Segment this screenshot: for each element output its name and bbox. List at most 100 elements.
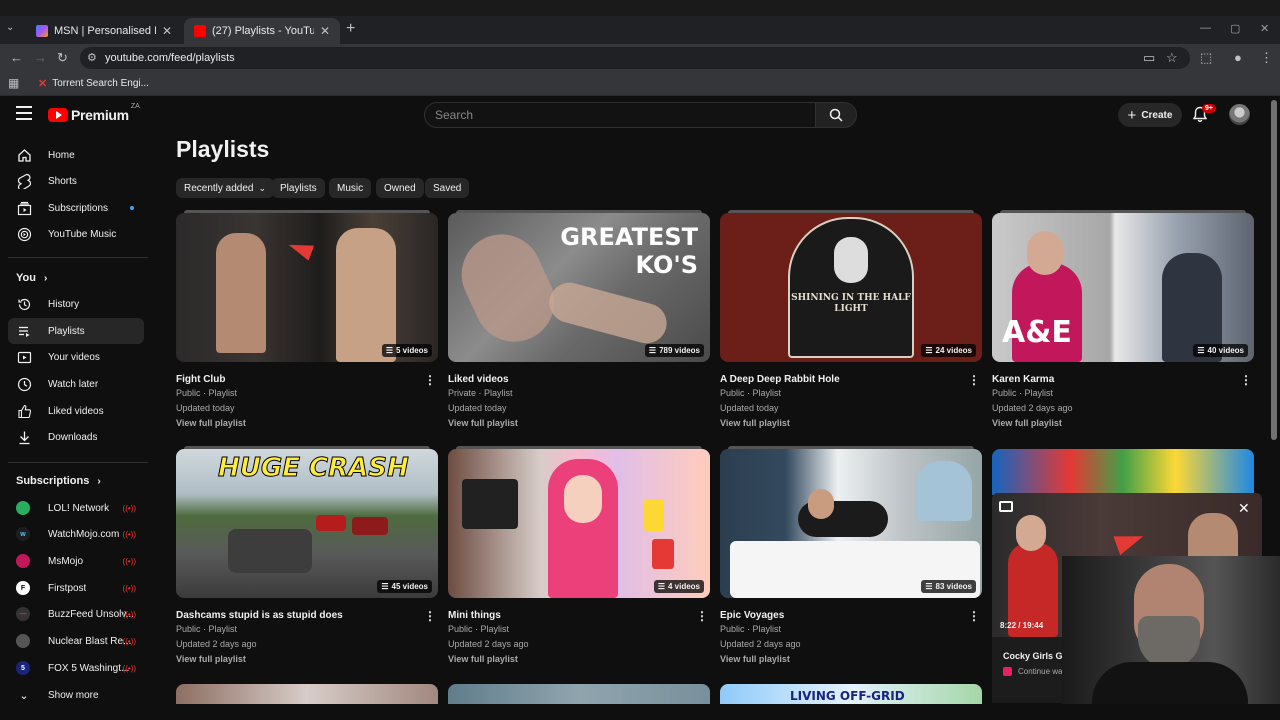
sidebar-item-watch-later[interactable]: Watch later xyxy=(8,371,144,397)
search-button[interactable] xyxy=(815,102,857,128)
sidebar-item-home[interactable]: Home xyxy=(8,142,144,168)
channel-avatar xyxy=(16,634,30,648)
expand-player-icon[interactable] xyxy=(999,501,1013,512)
view-full-playlist-link[interactable]: View full playlist xyxy=(992,418,1062,428)
playlist-thumbnail[interactable]: HUGE CRASH ☰ 45 videos xyxy=(176,449,438,598)
mini-player-title[interactable]: Cocky Girls Ge xyxy=(1003,651,1068,661)
search-input[interactable] xyxy=(425,103,815,127)
sidebar-channel-nuclear-blast[interactable]: Nuclear Blast Re... ((•)) xyxy=(8,628,144,654)
create-button[interactable]: + Create xyxy=(1118,103,1182,127)
browser-tab-youtube[interactable]: (27) Playlists - YouTube ✕ xyxy=(184,18,340,44)
sidebar-item-shorts[interactable]: Shorts xyxy=(8,168,144,194)
menu-icon[interactable] xyxy=(16,106,32,120)
view-full-playlist-link[interactable]: View full playlist xyxy=(176,654,246,664)
filter-chip-playlists[interactable]: Playlists xyxy=(272,178,325,198)
shorts-icon xyxy=(16,173,32,189)
youtube-premium-logo[interactable]: Premium ZA xyxy=(48,103,140,123)
playlist-thumbnail[interactable]: ☰ 83 videos xyxy=(720,449,982,598)
playlist-thumbnail-partial[interactable] xyxy=(448,684,710,704)
close-icon[interactable]: ✕ xyxy=(1238,500,1250,517)
video-count: 83 videos xyxy=(935,582,972,591)
playlist-thumbnail[interactable]: ☰ 4 videos xyxy=(448,449,710,598)
bottom-edge xyxy=(0,704,1280,720)
playlist-thumbnail[interactable]: ☰ 5 videos xyxy=(176,213,438,362)
filter-chip-owned[interactable]: Owned xyxy=(376,178,424,198)
playlist-title[interactable]: A Deep Deep Rabbit Hole xyxy=(720,374,840,385)
bookmark-star-icon[interactable]: ☆ xyxy=(1166,50,1178,66)
playlist-icon: ☰ xyxy=(381,582,389,591)
playlist-thumbnail-partial[interactable]: LIVING OFF-GRID xyxy=(720,684,982,704)
sidebar-you-heading[interactable]: You › xyxy=(16,272,47,284)
close-tab-icon[interactable]: ✕ xyxy=(320,24,330,38)
sidebar-channel-lol-network[interactable]: LOL! Network ((•)) xyxy=(8,495,144,521)
playlist-thumbnail[interactable]: A&E ☰ 40 videos xyxy=(992,213,1254,362)
site-info-icon[interactable]: ⚙ xyxy=(87,51,97,64)
back-icon[interactable]: ← xyxy=(10,50,23,65)
browser-tab-msn[interactable]: MSN | Personalised News, Top ✕ xyxy=(26,18,182,44)
sidebar-item-your-videos[interactable]: Your videos xyxy=(8,344,144,370)
page-scrollbar[interactable] xyxy=(1271,100,1277,440)
playlist-title[interactable]: Mini things xyxy=(448,610,501,621)
view-full-playlist-link[interactable]: View full playlist xyxy=(176,418,246,428)
more-actions-icon[interactable]: ⋮ xyxy=(696,609,708,623)
install-app-icon[interactable]: ▭ xyxy=(1143,50,1155,66)
close-tab-icon[interactable]: ✕ xyxy=(162,24,172,38)
sidebar-item-subscriptions[interactable]: Subscriptions xyxy=(8,195,144,221)
sidebar-channel-fox5[interactable]: 5 FOX 5 Washingt... ((•)) xyxy=(8,655,144,681)
reload-icon[interactable]: ↻ xyxy=(57,50,68,66)
sidebar-item-history[interactable]: History xyxy=(8,291,144,317)
url-text[interactable]: youtube.com/feed/playlists xyxy=(105,52,235,64)
more-actions-icon[interactable]: ⋮ xyxy=(424,373,436,387)
view-full-playlist-link[interactable]: View full playlist xyxy=(720,418,790,428)
sidebar-channel-msmojo[interactable]: MsMojo ((•)) xyxy=(8,548,144,574)
playlist-thumbnail[interactable]: SHINING IN THE HALF LIGHT ☰ 24 videos xyxy=(720,213,982,362)
more-actions-icon[interactable]: ⋮ xyxy=(968,373,980,387)
playlist-title[interactable]: Liked videos xyxy=(448,374,509,385)
thumbnail-car xyxy=(316,515,346,531)
playlist-title[interactable]: Karen Karma xyxy=(992,374,1054,385)
filter-chip-music[interactable]: Music xyxy=(329,178,372,198)
playlist-title[interactable]: Dashcams stupid is as stupid does xyxy=(176,610,343,621)
window-title-strip xyxy=(0,0,1280,16)
more-actions-icon[interactable]: ⋮ xyxy=(1240,373,1252,387)
close-window-icon[interactable]: ✕ xyxy=(1260,22,1269,35)
webcam-overlay xyxy=(1062,556,1280,706)
sidebar-subscriptions-heading[interactable]: Subscriptions › xyxy=(16,475,101,487)
video-count: 45 videos xyxy=(391,582,428,591)
more-actions-icon[interactable]: ⋮ xyxy=(968,609,980,623)
playlist-thumbnail-partial[interactable] xyxy=(176,684,438,704)
browser-menu-icon[interactable]: ⋮ xyxy=(1260,50,1273,66)
forward-icon[interactable]: → xyxy=(34,50,47,65)
extensions-icon[interactable]: ⬚ xyxy=(1200,50,1212,66)
playlist-title[interactable]: Fight Club xyxy=(176,374,225,385)
tab-search-icon[interactable]: ⌄ xyxy=(6,22,14,33)
bookmark-torrent-search[interactable]: ✕ Torrent Search Engi... xyxy=(38,77,149,90)
playlist-thumbnail-partial[interactable] xyxy=(992,449,1254,495)
view-full-playlist-link[interactable]: View full playlist xyxy=(448,418,518,428)
sort-dropdown-chip[interactable]: Recently added ⌄ xyxy=(176,178,275,198)
more-actions-icon[interactable]: ⋮ xyxy=(424,609,436,623)
playlist-title[interactable]: Epic Voyages xyxy=(720,610,784,621)
playlist-thumbnail[interactable]: GREATEST KO'S ☰ 789 videos xyxy=(448,213,710,362)
sidebar-item-playlists[interactable]: Playlists xyxy=(8,318,144,344)
maximize-icon[interactable]: ▢ xyxy=(1230,22,1240,35)
account-avatar[interactable] xyxy=(1229,104,1250,125)
new-tab-icon[interactable]: + xyxy=(346,20,355,38)
playlist-privacy: Private · Playlist xyxy=(448,388,513,398)
sidebar-channel-watchmojo[interactable]: w WatchMojo.com ((•)) xyxy=(8,521,144,547)
address-bar[interactable]: ⚙ xyxy=(80,47,1190,69)
sidebar-item-label: Your videos xyxy=(48,351,100,363)
filter-chip-saved[interactable]: Saved xyxy=(425,178,470,198)
sidebar-item-youtube-music[interactable]: YouTube Music xyxy=(8,221,144,247)
search-box[interactable] xyxy=(424,102,816,128)
sidebar-channel-buzzfeed-unsolved[interactable]: — BuzzFeed Unsolv... ((•)) xyxy=(8,601,144,627)
apps-grid-icon[interactable]: ▦ xyxy=(8,76,19,90)
profile-icon[interactable]: ● xyxy=(1234,50,1242,65)
view-full-playlist-link[interactable]: View full playlist xyxy=(448,654,518,664)
playlist-updated: Updated today xyxy=(448,403,507,413)
minimize-icon[interactable]: — xyxy=(1200,22,1211,34)
sidebar-channel-firstpost[interactable]: F Firstpost ((•)) xyxy=(8,575,144,601)
sidebar-item-liked-videos[interactable]: Liked videos xyxy=(8,398,144,424)
view-full-playlist-link[interactable]: View full playlist xyxy=(720,654,790,664)
sidebar-item-downloads[interactable]: Downloads xyxy=(8,424,144,450)
